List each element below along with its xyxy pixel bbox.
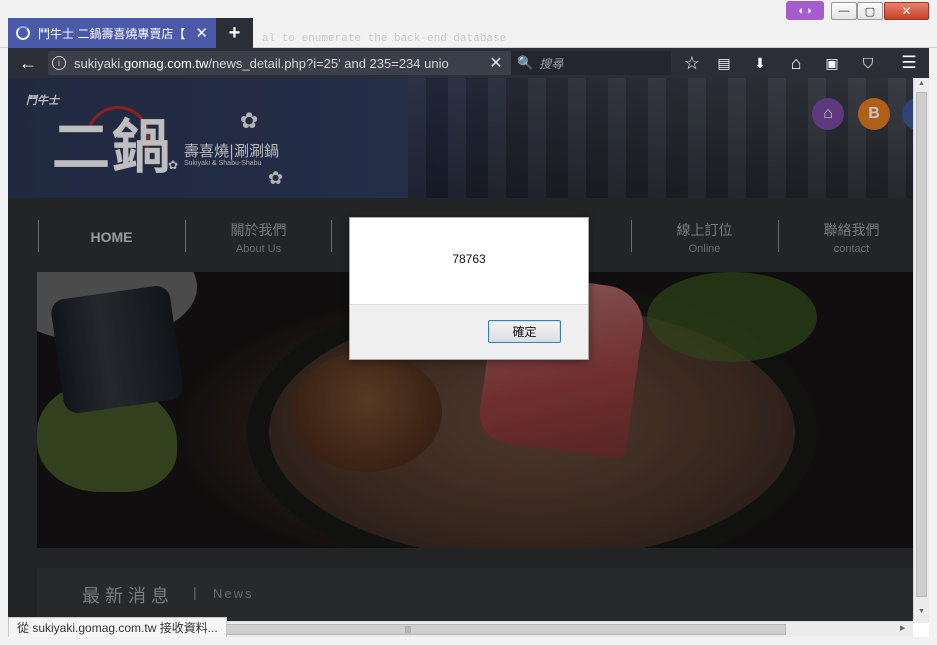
search-placeholder: 搜尋 [539, 56, 564, 71]
minimize-button[interactable]: — [831, 2, 857, 20]
url-bar[interactable]: i sukiyaki.gomag.com.tw/news_detail.php?… [48, 51, 511, 75]
vertical-scrollbar[interactable]: ▲ ▼ [913, 78, 929, 623]
close-window-button[interactable]: ✕ [884, 2, 929, 20]
alert-message: 78763 [452, 252, 486, 266]
reading-list-icon[interactable]: ▤ [712, 50, 736, 76]
pocket-icon[interactable]: ⛉ [856, 50, 880, 76]
alert-dialog: 78763 確定 [349, 217, 589, 360]
window-titlebar: al to enumerate the back-end database 鬥牛… [0, 0, 937, 48]
scroll-up-icon[interactable]: ▲ [914, 80, 929, 92]
url-host: gomag.com.tw [123, 55, 209, 71]
window-border-bottom [0, 637, 937, 645]
download-icon[interactable]: ⬇ [748, 50, 772, 76]
bookmark-star-icon[interactable]: ☆ [680, 50, 704, 76]
home-icon[interactable]: ⌂ [784, 50, 808, 76]
status-bar: 從 sukiyaki.gomag.com.tw 接收資料... [8, 617, 227, 638]
search-icon: 🔍 [517, 55, 534, 70]
background-window-text: al to enumerate the back-end database [262, 33, 507, 45]
scroll-right-icon[interactable]: ▶ [900, 624, 905, 632]
tab-close-icon[interactable]: ✕ [195, 26, 208, 41]
sidebar-icon[interactable]: ▣ [820, 50, 844, 76]
vertical-scroll-thumb[interactable] [916, 92, 927, 597]
scroll-down-icon[interactable]: ▼ [914, 608, 929, 620]
browser-tab-active[interactable]: 鬥牛士 二鍋壽喜燒專賣店【 ✕ [8, 18, 216, 48]
loading-favicon-icon [16, 26, 30, 40]
back-arrow-icon[interactable]: ← [14, 50, 42, 76]
window-border-right [929, 48, 937, 645]
private-browsing-mask-icon: ◐◑ [786, 1, 824, 20]
url-clear-icon[interactable]: ✕ [481, 53, 511, 73]
maximize-button[interactable]: ▢ [857, 2, 883, 20]
new-tab-button[interactable]: + [216, 18, 253, 48]
navigation-toolbar: ← i sukiyaki.gomag.com.tw/news_detail.ph… [8, 48, 929, 78]
window-border-left [0, 48, 8, 645]
url-prefix: sukiyaki. [74, 55, 124, 71]
url-text[interactable]: sukiyaki.gomag.com.tw/news_detail.php?i=… [74, 56, 481, 71]
search-input[interactable]: 🔍 搜尋 [511, 51, 671, 75]
alert-footer: 確定 [350, 304, 588, 359]
site-info-icon[interactable]: i [52, 56, 66, 70]
hamburger-menu-icon[interactable]: ☰ [897, 50, 921, 76]
tab-title: 鬥牛士 二鍋壽喜燒專賣店【 [38, 26, 186, 41]
url-path: /news_detail.php?i=25' and 235=234 unio [208, 55, 449, 71]
ok-button[interactable]: 確定 [488, 320, 561, 343]
